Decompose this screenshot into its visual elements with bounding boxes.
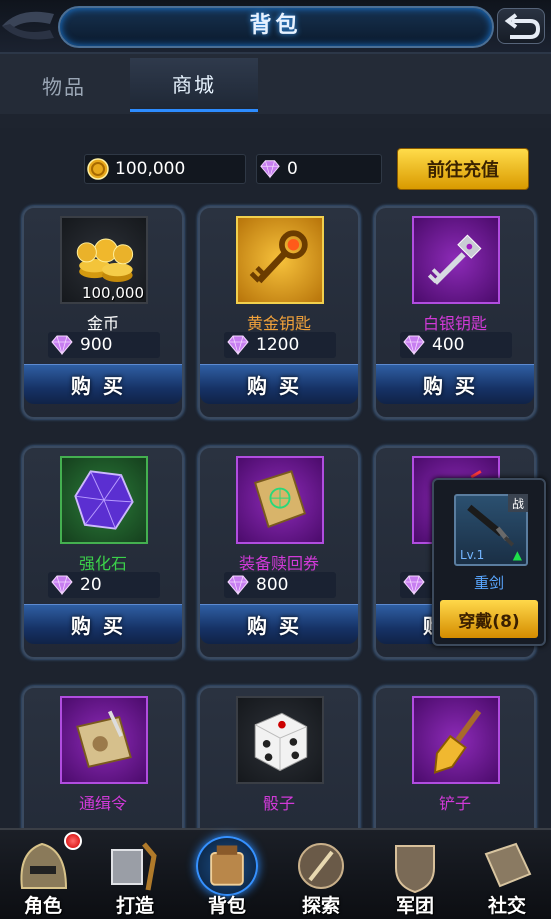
item-name: 骰子 (262, 794, 295, 813)
social-icon (484, 842, 532, 888)
nav-label: 社交 (487, 895, 526, 917)
weapon-thumbnail[interactable]: 战 Lv.1 ▲ (454, 494, 528, 566)
topup-button[interactable]: 前往充值 (397, 148, 529, 190)
item-price: 900 (48, 332, 160, 358)
gem-icon (227, 335, 249, 355)
shovel-icon (433, 709, 482, 774)
golden-key-icon (249, 230, 308, 284)
item-name: 黄金钥匙 (246, 314, 311, 333)
scroll-icon (253, 470, 307, 528)
item-name: 铲子 (438, 794, 471, 813)
item-price: 400 (400, 332, 512, 358)
gold-amount: 100,000 (115, 159, 186, 179)
shop-item-card: 白银钥匙 400 购买 (374, 206, 536, 419)
nav-role[interactable]: 角色 (0, 832, 86, 919)
buy-button[interactable]: 购买 (200, 604, 358, 644)
gold-balance: 100,000 (84, 154, 246, 184)
gem-balance: 0 (256, 154, 382, 184)
bottom-nav: 角色 打造 背包 探索 军团 社交 (0, 828, 551, 919)
nav-forge[interactable]: 打造 (92, 836, 178, 919)
item-thumbnail[interactable] (60, 696, 148, 784)
price-value: 400 (432, 335, 465, 355)
shop-item-card: 装备赎回券 800 购买 (198, 446, 360, 659)
gem-icon (260, 160, 280, 179)
equip-popup: 战 Lv.1 ▲ 重剑 穿戴(8) (432, 478, 546, 646)
item-thumbnail[interactable] (236, 216, 324, 304)
back-button[interactable] (497, 8, 545, 44)
game-screen: 背包 物品 商城 100,000 0 前往充值 100,000 金币 900 购… (0, 0, 551, 919)
gem-icon (51, 335, 73, 355)
nav-backpack[interactable]: 背包 (184, 836, 270, 919)
buy-button[interactable]: 购买 (24, 364, 182, 404)
buy-button[interactable]: 购买 (376, 364, 534, 404)
title-bar: 背包 (0, 0, 551, 54)
nav-social[interactable]: 社交 (464, 836, 550, 919)
silver-key-icon (427, 234, 482, 285)
tab-items[interactable]: 物品 (0, 58, 128, 112)
anvil-icon (111, 842, 157, 891)
gem-icon (403, 575, 425, 595)
nav-legion[interactable]: 军团 (372, 836, 458, 919)
item-name: 强化石 (78, 554, 127, 573)
weapon-level: Lv.1 (460, 548, 485, 562)
item-price: 20 (48, 572, 160, 598)
item-thumbnail[interactable] (236, 696, 324, 784)
page-title: 背包 (249, 13, 302, 38)
gem-icon (51, 575, 73, 595)
gem-amount: 0 (287, 159, 298, 179)
nav-label: 背包 (207, 895, 246, 917)
item-thumbnail[interactable] (412, 216, 500, 304)
item-price: 1200 (224, 332, 336, 358)
gold-coin-icon (87, 158, 109, 180)
nav-explore[interactable]: 探索 (278, 836, 364, 919)
battle-tag: 战 (508, 494, 528, 512)
upgrade-arrow-icon: ▲ (512, 548, 522, 562)
item-name: 金币 (86, 314, 119, 333)
dice-icon (254, 712, 308, 772)
wanted-poster-icon (76, 710, 132, 768)
price-value: 1200 (256, 335, 300, 355)
buy-button[interactable]: 购买 (24, 604, 182, 644)
shop-item-card: 100,000 金币 900 购买 (22, 206, 184, 419)
nav-label: 军团 (395, 895, 434, 917)
gem-icon (403, 335, 425, 355)
notification-dot (64, 832, 82, 850)
backpack-icon (196, 836, 258, 896)
back-arrow-icon (504, 13, 541, 39)
shop-item-card: 黄金钥匙 1200 购买 (198, 206, 360, 419)
item-name: 装备赎回券 (238, 554, 319, 573)
nav-label: 打造 (115, 895, 154, 917)
item-name: 白银钥匙 (422, 314, 487, 333)
tab-bar: 物品 商城 (0, 54, 551, 114)
item-name: 通缉令 (78, 794, 127, 813)
shield-icon (395, 845, 435, 894)
item-thumbnail[interactable] (412, 696, 500, 784)
item-thumbnail[interactable] (236, 456, 324, 544)
nav-label: 角色 (23, 895, 62, 917)
item-quantity: 100,000 (81, 284, 144, 302)
item-price: 800 (224, 572, 336, 598)
tab-mall[interactable]: 商城 (130, 58, 258, 112)
nav-label: 探索 (301, 895, 340, 917)
gem-icon (227, 575, 249, 595)
buy-button[interactable]: 购买 (200, 364, 358, 404)
weapon-name: 重剑 (473, 574, 504, 592)
price-value: 800 (256, 575, 289, 595)
price-value: 20 (80, 575, 102, 595)
shop-item-card: 强化石 20 购买 (22, 446, 184, 659)
item-thumbnail[interactable] (60, 456, 148, 544)
equip-button[interactable]: 穿戴(8) (440, 600, 538, 638)
explore-icon (298, 843, 344, 889)
item-thumbnail[interactable]: 100,000 (60, 216, 148, 304)
price-value: 900 (80, 335, 113, 355)
purple-gem-icon (74, 470, 134, 530)
